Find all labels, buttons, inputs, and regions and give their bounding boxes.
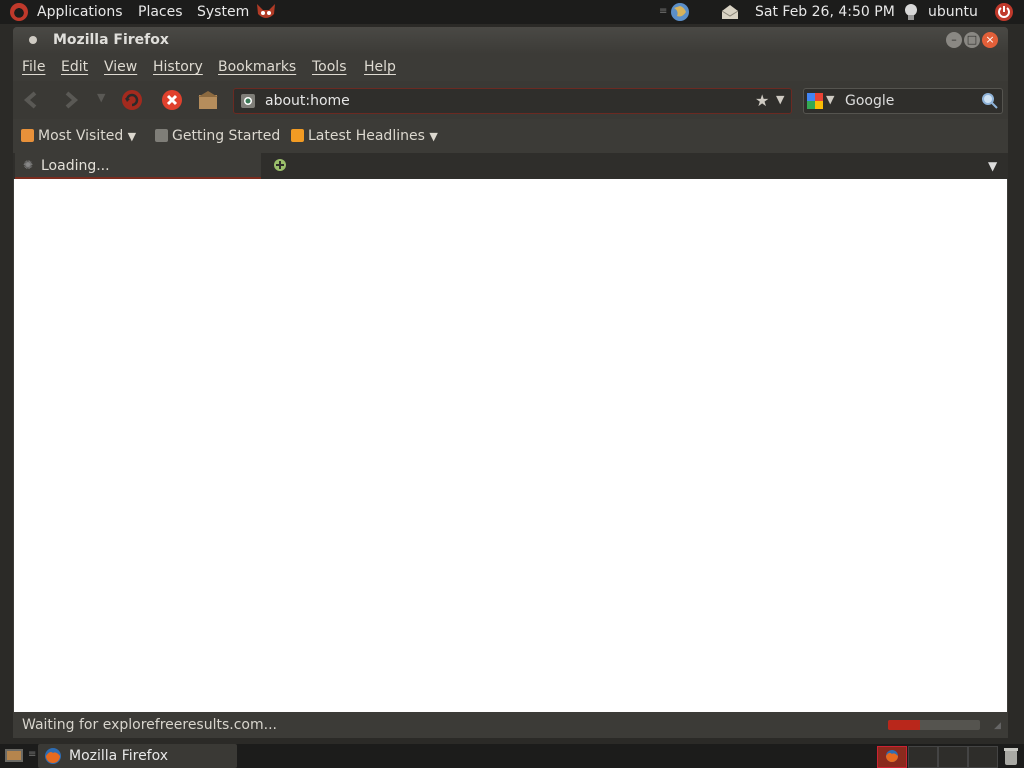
trash-icon[interactable]: [1002, 746, 1020, 766]
mail-icon[interactable]: [720, 3, 740, 21]
search-icon[interactable]: [982, 93, 998, 109]
resize-grip-icon[interactable]: ◢: [994, 721, 1001, 731]
stop-icon[interactable]: [161, 89, 183, 111]
back-icon[interactable]: [21, 89, 43, 111]
user-bulb-icon[interactable]: [903, 3, 919, 21]
menu-bookmarks[interactable]: Bookmarks: [218, 54, 296, 81]
history-dropdown-icon[interactable]: ▼: [97, 91, 105, 104]
menubar: File Edit View History Bookmarks Tools H…: [13, 54, 1008, 81]
clock[interactable]: Sat Feb 26, 4:50 PM: [755, 0, 895, 24]
bookmark-label: Most Visited: [38, 128, 124, 144]
taskbar-firefox[interactable]: Mozilla Firefox: [38, 744, 237, 768]
top-panel: Applications Places System ≡ Sat Feb 26,…: [0, 0, 1024, 24]
bookmark-getting-started[interactable]: Getting Started: [155, 119, 280, 153]
menu-help[interactable]: Help: [364, 54, 396, 81]
page-icon: [155, 129, 168, 142]
status-message: Waiting for explorefreeresults.com...: [22, 717, 277, 733]
menu-view[interactable]: View: [104, 54, 137, 81]
handle-icon: ≡: [28, 749, 37, 760]
workspace-3[interactable]: [938, 746, 968, 768]
url-bar[interactable]: about:home ★ ▼: [233, 88, 792, 114]
title-bar[interactable]: Mozilla Firefox – □ ×: [13, 27, 1008, 54]
menu-history[interactable]: History: [153, 54, 203, 81]
system-menu[interactable]: System: [197, 0, 249, 24]
globe-icon[interactable]: [670, 2, 690, 22]
taskbar-label: Mozilla Firefox: [69, 748, 169, 764]
bookmark-most-visited[interactable]: Most Visited ▼: [21, 119, 136, 154]
handle-icon: ≡: [659, 6, 668, 17]
navigation-toolbar: ▼ about:home ★ ▼ ▼ Google: [13, 81, 1008, 119]
url-dropdown-icon[interactable]: ▼: [776, 93, 784, 106]
dropdown-icon: ▼: [429, 130, 438, 143]
tab-strip: ✺ Loading... ▼: [13, 153, 1008, 179]
bottom-panel: ≡ Mozilla Firefox: [0, 744, 1024, 768]
progress-bar: [888, 720, 980, 730]
bookmark-label: Latest Headlines: [308, 128, 425, 144]
workspace-2[interactable]: [908, 746, 938, 768]
applications-menu[interactable]: Applications: [37, 0, 123, 24]
menu-file[interactable]: File: [22, 54, 45, 81]
maximize-button[interactable]: □: [964, 32, 980, 48]
list-all-tabs-icon[interactable]: ▼: [988, 159, 997, 173]
folder-icon: [21, 129, 34, 142]
firefox-icon: [886, 750, 898, 762]
minimize-button[interactable]: –: [946, 32, 962, 48]
workspace-4[interactable]: [968, 746, 998, 768]
workspace-1[interactable]: [877, 746, 907, 768]
new-tab-icon[interactable]: [273, 158, 287, 172]
rss-icon: [291, 129, 304, 142]
progress-fill: [888, 720, 921, 730]
status-bar: Waiting for explorefreeresults.com... ◢: [13, 712, 1008, 738]
places-menu[interactable]: Places: [138, 0, 183, 24]
power-icon[interactable]: [994, 2, 1014, 22]
user-name[interactable]: ubuntu: [928, 0, 978, 24]
menu-edit[interactable]: Edit: [61, 54, 88, 81]
dropdown-icon: ▼: [127, 130, 137, 143]
engine-dropdown-icon[interactable]: ▼: [826, 93, 834, 106]
firefox-icon: [45, 748, 61, 764]
window-title: Mozilla Firefox: [53, 32, 169, 48]
url-input[interactable]: about:home: [265, 89, 350, 113]
close-button[interactable]: ×: [982, 32, 998, 48]
gimp-icon[interactable]: [254, 2, 278, 22]
tab-label: Loading...: [41, 158, 110, 174]
home-icon[interactable]: [197, 89, 219, 111]
window-menu-icon[interactable]: [28, 35, 38, 47]
show-desktop-icon[interactable]: [4, 747, 24, 765]
search-bar[interactable]: ▼ Google: [803, 88, 1003, 114]
google-icon[interactable]: [807, 93, 823, 109]
site-identity-icon[interactable]: [240, 93, 256, 109]
forward-icon[interactable]: [59, 89, 81, 111]
bookmark-label: Getting Started: [172, 128, 281, 144]
search-input[interactable]: Google: [845, 89, 894, 113]
firefox-window: Mozilla Firefox – □ × File Edit View His…: [13, 27, 1008, 738]
menu-tools[interactable]: Tools: [312, 54, 347, 81]
tab-loading[interactable]: ✺ Loading...: [15, 153, 261, 179]
loading-spinner-icon: ✺: [23, 158, 34, 172]
reload-icon[interactable]: [121, 89, 143, 111]
star-icon[interactable]: ★: [755, 91, 769, 110]
page-content[interactable]: [14, 179, 1007, 712]
ubuntu-logo-icon[interactable]: [10, 3, 28, 21]
bookmark-latest-headlines[interactable]: Latest Headlines ▼: [291, 119, 438, 154]
bookmarks-toolbar: Most Visited ▼ Getting Started Latest He…: [13, 119, 1008, 153]
